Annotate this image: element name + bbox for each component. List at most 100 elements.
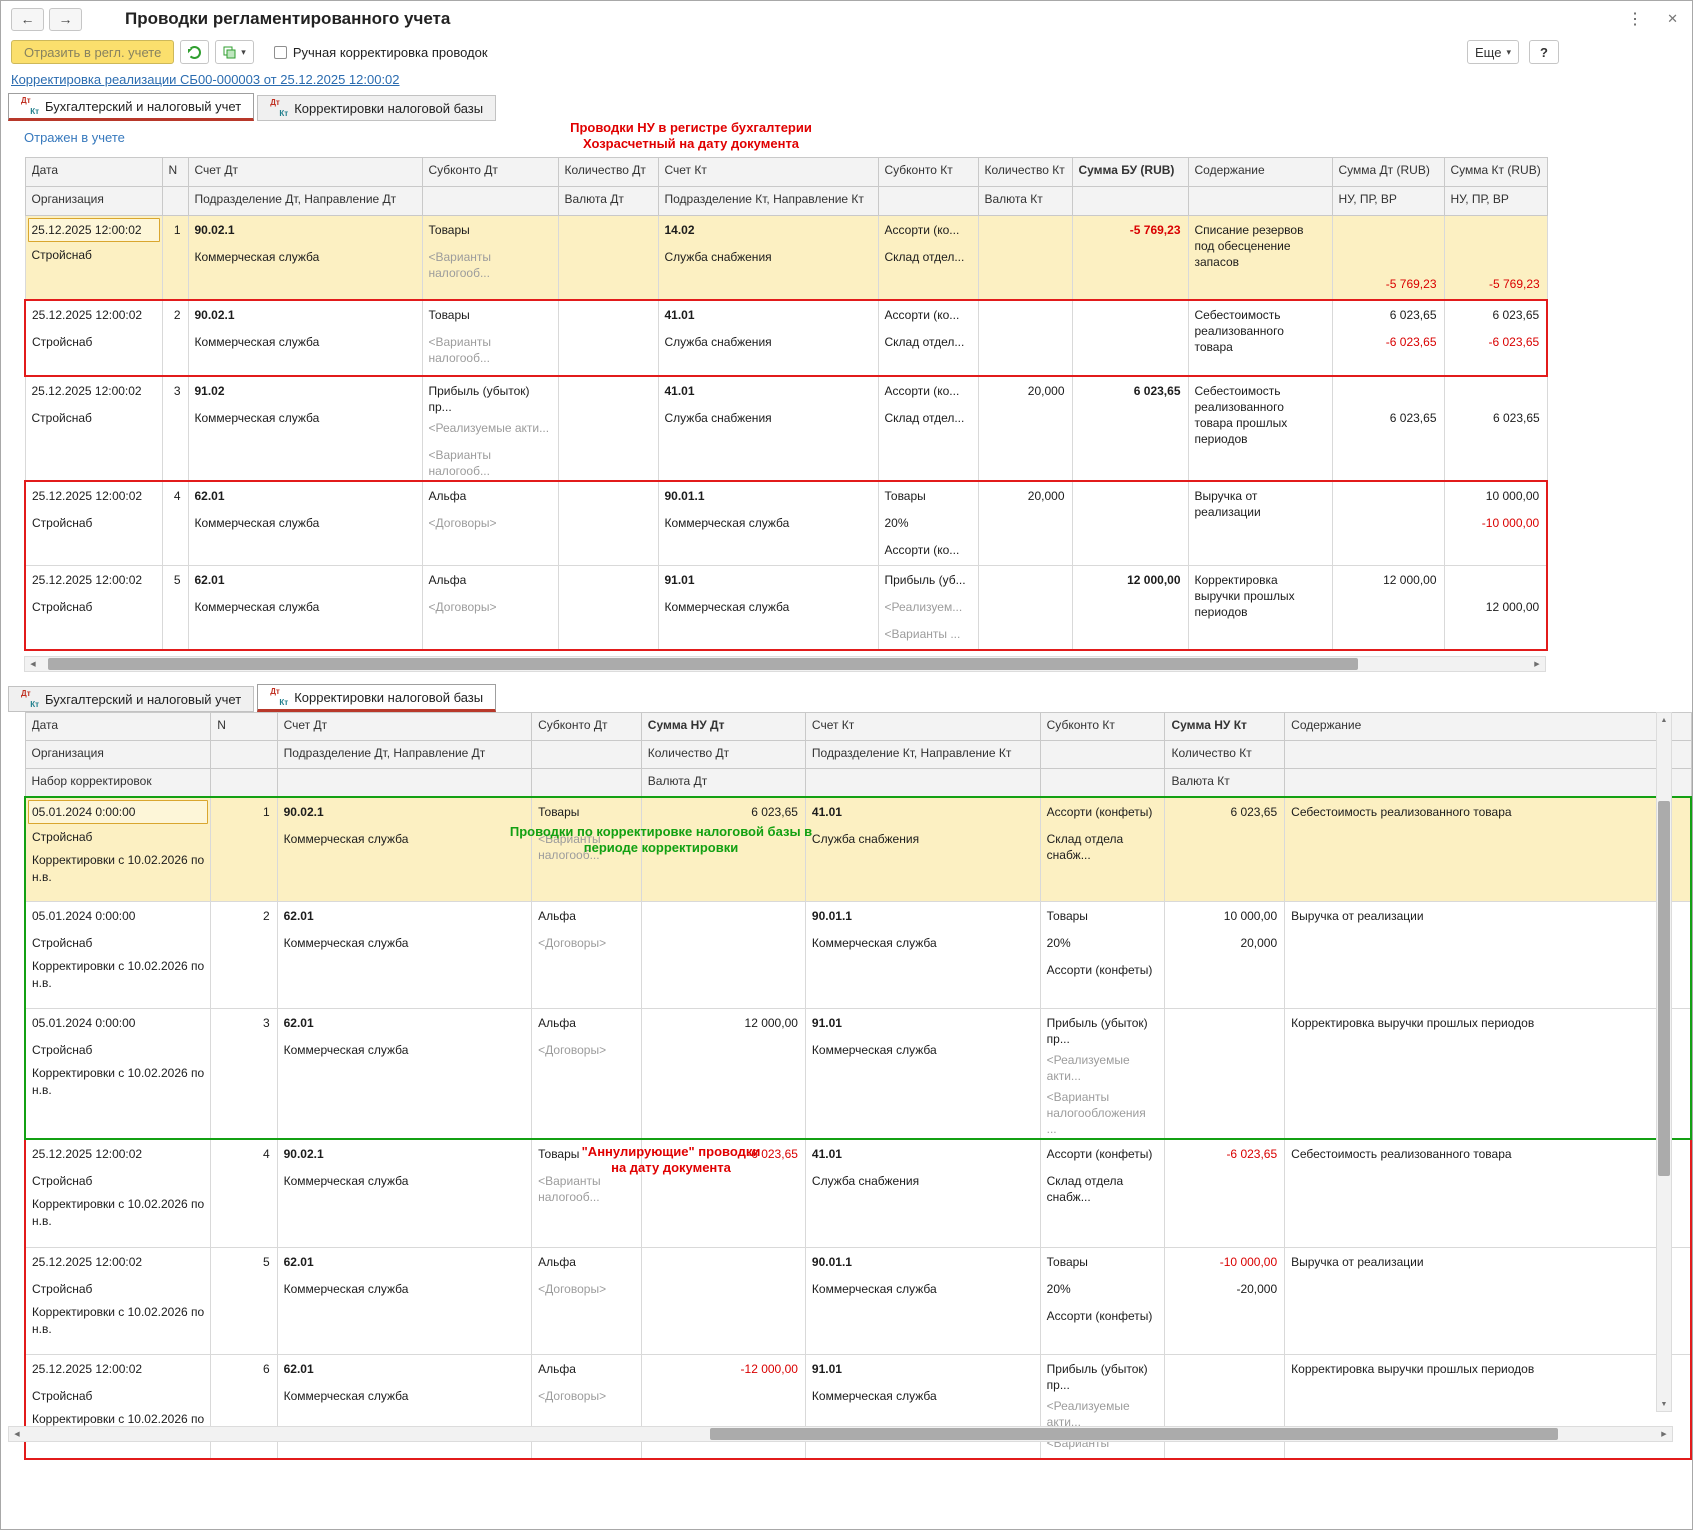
scrollbar-track[interactable]: [41, 657, 1529, 671]
grid-cell[interactable]: [1164, 1353, 1286, 1459]
column-header[interactable]: [210, 768, 278, 797]
grid-cell[interactable]: Прибыль (убыток) пр... <Реализуемые акти.…: [1039, 1353, 1166, 1459]
column-header[interactable]: Организация: [24, 186, 163, 216]
column-header[interactable]: Организация: [24, 740, 212, 769]
grid-cell[interactable]: 6 023,65 -6 023,65: [1443, 299, 1548, 377]
column-header[interactable]: Счет Дт: [187, 157, 423, 187]
document-link[interactable]: Корректировка реализации СБ00-000003 от …: [11, 72, 400, 87]
table2-vertical-scrollbar[interactable]: ▲ ▼: [1656, 712, 1672, 1412]
column-header[interactable]: Подразделение Дт, Направление Дт: [276, 740, 533, 769]
grid-cell[interactable]: 20,000: [977, 480, 1073, 566]
column-header[interactable]: [421, 186, 559, 216]
column-header[interactable]: Сумма НУ Кт: [1164, 712, 1286, 741]
grid-cell[interactable]: [1071, 299, 1189, 377]
column-header[interactable]: Субконто Дт: [421, 157, 559, 187]
column-header[interactable]: Счет Дт: [276, 712, 533, 741]
column-header[interactable]: Подразделение Кт, Направление Кт: [657, 186, 879, 216]
scrollbar-thumb[interactable]: [710, 1428, 1559, 1440]
grid-cell[interactable]: 12 000,00: [1331, 565, 1445, 651]
table2-horizontal-scrollbar[interactable]: ◀ ▶: [8, 1426, 1673, 1442]
status-link[interactable]: Отражен в учете: [24, 130, 125, 145]
grid-cell[interactable]: Ассорти (ко... Склад отдел...: [877, 299, 979, 377]
close-icon[interactable]: ✕: [1667, 11, 1678, 27]
grid-cell[interactable]: 41.01 Служба снабжения: [657, 299, 879, 377]
column-header[interactable]: [1284, 740, 1692, 769]
column-header[interactable]: Субконто Дт: [531, 712, 642, 741]
column-header[interactable]: Количество Дт: [557, 157, 659, 187]
grid-row[interactable]: 25.12.2025 12:00:02 Стройснаб 1 90.02.1 Комм…: [24, 215, 1548, 301]
column-header[interactable]: [1039, 740, 1166, 769]
column-header[interactable]: [210, 740, 278, 769]
grid-cell[interactable]: 1: [161, 215, 189, 301]
grid-cell[interactable]: Альфа <Договоры>: [421, 480, 559, 566]
column-header[interactable]: N: [210, 712, 278, 741]
grid-cell[interactable]: Альфа <Договоры>: [531, 901, 642, 1009]
grid-cell[interactable]: Альфа <Договоры>: [421, 565, 559, 651]
grid-cell[interactable]: 05.01.2024 0:00:00 Стройснаб Корректировки…: [24, 796, 212, 902]
scroll-left-arrow[interactable]: ◀: [25, 657, 41, 671]
grid-cell[interactable]: 6 023,65: [640, 796, 806, 902]
grid-cell[interactable]: 41.01 Служба снабжения: [804, 796, 1041, 902]
grid-cell[interactable]: 25.12.2025 12:00:02 Стройснаб Корректировк…: [24, 1246, 212, 1355]
grid-cell[interactable]: 41.01 Служба снабжения: [657, 375, 879, 482]
column-header[interactable]: Дата: [24, 157, 163, 187]
grid-cell[interactable]: [977, 565, 1073, 651]
grid-cell[interactable]: 90.02.1 Коммерческая служба: [187, 215, 423, 301]
grid-row[interactable]: 25.12.2025 12:00:02 Стройснаб 3 91.02 Коммер…: [24, 375, 1548, 482]
grid-cell[interactable]: 25.12.2025 12:00:02 Стройснаб Корректировк…: [24, 1353, 212, 1459]
tab-accounting-tax-1[interactable]: Дт Кт Бухгалтерский и налоговый учет: [8, 93, 255, 121]
grid-cell[interactable]: Товары 20% Ассорти (ко...: [877, 480, 979, 566]
grid-cell[interactable]: 62.01 Коммерческая служба: [276, 1008, 533, 1140]
grid-cell[interactable]: Ассорти (конфеты) Склад отдела снабж...: [1039, 1138, 1166, 1248]
column-header[interactable]: Валюта Кт: [1164, 768, 1286, 797]
grid-cell[interactable]: -6 023,65: [640, 1138, 806, 1248]
grid-cell[interactable]: 90.01.1 Коммерческая служба: [804, 901, 1041, 1009]
grid-cell[interactable]: -10 000,00 -20,000: [1164, 1246, 1286, 1355]
grid-cell[interactable]: [557, 375, 659, 482]
column-header[interactable]: [1284, 768, 1692, 797]
grid-cell[interactable]: 10 000,00 -10 000,00: [1443, 480, 1548, 566]
grid-cell[interactable]: Альфа <Договоры>: [531, 1353, 642, 1459]
column-header[interactable]: Количество Кт: [977, 157, 1073, 187]
scrollbar-thumb[interactable]: [48, 658, 1358, 670]
grid-cell[interactable]: -5 769,23: [1443, 215, 1548, 301]
tab-accounting-tax-2[interactable]: Дт Кт Бухгалтерский и налоговый учет: [8, 686, 255, 712]
column-header[interactable]: Счет Кт: [657, 157, 879, 187]
grid-cell[interactable]: -5 769,23: [1331, 215, 1445, 301]
grid-cell[interactable]: 62.01 Коммерческая служба: [187, 480, 423, 566]
grid-cell[interactable]: Выручка от реализации: [1284, 1246, 1692, 1355]
column-header[interactable]: Субконто Кт: [877, 157, 979, 187]
grid-cell[interactable]: [640, 1246, 806, 1355]
grid-cell[interactable]: 90.01.1 Коммерческая служба: [657, 480, 879, 566]
grid-cell[interactable]: 25.12.2025 12:00:02 Стройснаб: [24, 375, 163, 482]
tab-tax-base-corrections-2[interactable]: Дт Кт Корректировки налоговой базы: [257, 684, 497, 712]
grid-cell[interactable]: 05.01.2024 0:00:00 Стройснаб Корректировки…: [24, 901, 212, 1009]
grid-row[interactable]: 25.12.2025 12:00:02 Стройснаб 5 62.01 Коммер…: [24, 565, 1548, 651]
grid-row[interactable]: 25.12.2025 12:00:02 Стройснаб Корректировк…: [24, 1246, 1692, 1355]
grid-cell[interactable]: 41.01 Служба снабжения: [804, 1138, 1041, 1248]
column-header[interactable]: Сумма НУ Дт: [640, 712, 806, 741]
grid-cell[interactable]: Товары 20% Ассорти (конфеты): [1039, 1246, 1166, 1355]
grid-cell[interactable]: [977, 299, 1073, 377]
scroll-left-arrow[interactable]: ◀: [9, 1427, 25, 1441]
grid-cell[interactable]: 4: [210, 1138, 278, 1248]
grid-cell[interactable]: [557, 299, 659, 377]
grid-cell[interactable]: 25.12.2025 12:00:02 Стройснаб: [24, 480, 163, 566]
grid-cell[interactable]: 5: [161, 565, 189, 651]
grid-cell[interactable]: Себестоимость реализованного товара: [1284, 1138, 1692, 1248]
grid-cell[interactable]: Прибыль (убыток) пр... <Реализуемые акти.…: [1039, 1008, 1166, 1140]
grid-cell[interactable]: 62.01 Коммерческая служба: [276, 1246, 533, 1355]
grid-cell[interactable]: Себестоимость реализованного товара прош…: [1187, 375, 1333, 482]
scrollbar-track[interactable]: [25, 1427, 1656, 1441]
forward-button[interactable]: →: [49, 7, 82, 31]
manual-correction-checkbox[interactable]: Ручная корректировка проводок: [273, 45, 488, 60]
grid-row[interactable]: 05.01.2024 0:00:00 Стройснаб Корректировки…: [24, 1008, 1692, 1140]
column-header[interactable]: [877, 186, 979, 216]
column-header[interactable]: НУ, ПР, ВР: [1443, 186, 1548, 216]
grid-cell[interactable]: Альфа <Договоры>: [531, 1008, 642, 1140]
grid-cell[interactable]: 6 023,65: [1331, 375, 1445, 482]
column-header[interactable]: [531, 740, 642, 769]
grid-cell[interactable]: [640, 901, 806, 1009]
column-header[interactable]: Сумма Дт (RUB): [1331, 157, 1445, 187]
grid-cell[interactable]: [1164, 1008, 1286, 1140]
